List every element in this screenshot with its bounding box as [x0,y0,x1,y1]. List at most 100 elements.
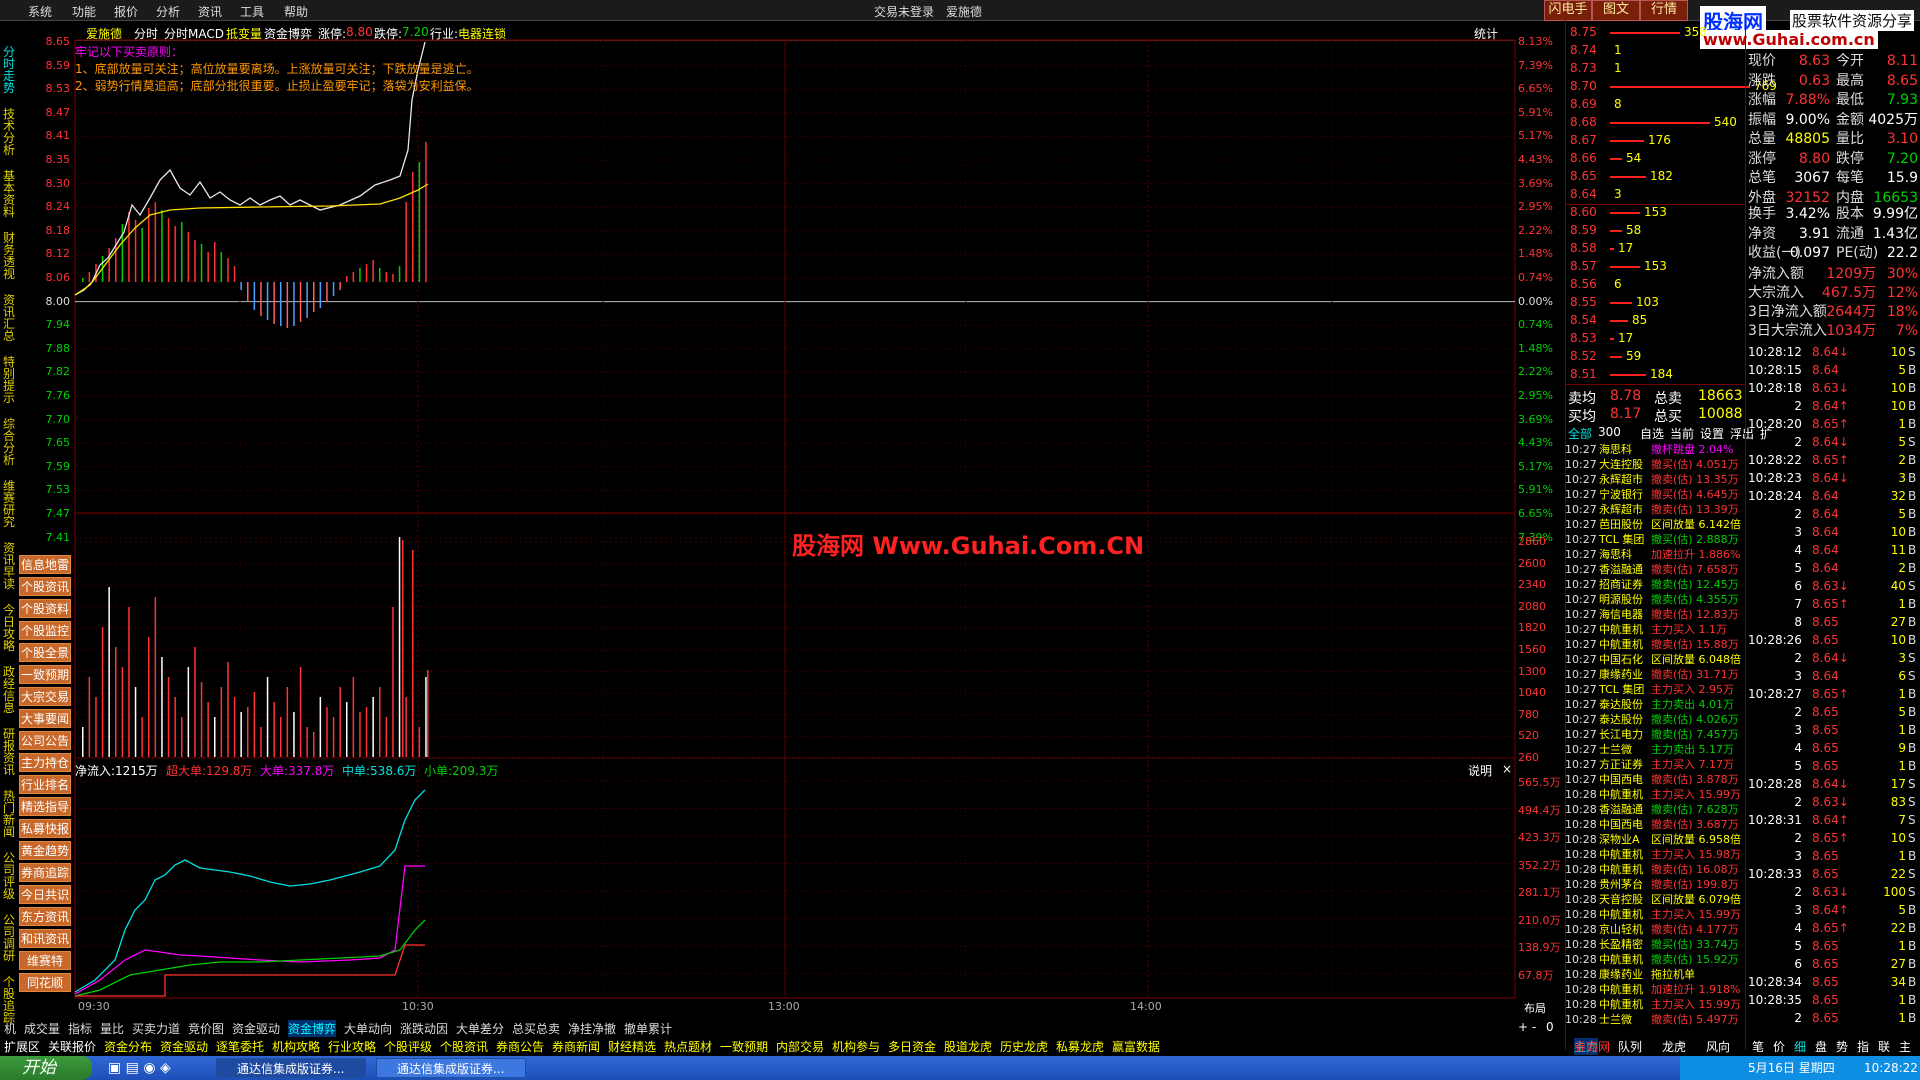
pager-1[interactable]: - [1532,1020,1536,1034]
radar-row[interactable]: 10:27 方正证券 主力买入 7.17万 [1565,757,1745,772]
bottom-tab-5[interactable]: 竞价图 [188,1020,224,1037]
ext-tab-13[interactable]: 一致预期 [720,1038,768,1055]
taskbar-item-2[interactable]: 通达信集成版证券... [376,1058,526,1078]
radar-row[interactable]: 10:27 泰达股份 撤卖(估) 4.026万 [1565,712,1745,727]
radar-row[interactable]: 10:28 京山轻机 撤卖(估) 4.177万 [1565,922,1745,937]
close-icon[interactable]: × [1502,762,1512,776]
mini-tab-7[interactable]: 主 [1899,1038,1911,1055]
radar-row[interactable]: 10:27 招商证券 撤卖(估) 12.45万 [1565,577,1745,592]
ext-tab-18[interactable]: 历史龙虎 [1000,1038,1048,1055]
radar-row[interactable]: 10:27 士兰微 主力卖出 5.17万 [1565,742,1745,757]
ext-tab-3[interactable]: 资金驱动 [160,1038,208,1055]
bottom-tab-9[interactable]: 涨跌动因 [400,1020,448,1037]
radar-tab-0[interactable]: 全部 [1568,425,1592,442]
radar-row[interactable]: 10:27 永辉超市 撤卖(估) 13.35万 [1565,472,1745,487]
radar-row[interactable]: 10:28 康缘药业 拖拉机单 [1565,967,1745,982]
radar-row[interactable]: 10:27 永辉超市 撤卖(估) 13.39万 [1565,502,1745,517]
radar-row[interactable]: 10:28 中航重机 加速拉升 1.918% [1565,982,1745,997]
ext-tab-17[interactable]: 股道龙虎 [944,1038,992,1055]
radar-tab-3[interactable]: 当前 [1670,425,1694,442]
explain-button[interactable]: 说明 [1468,762,1492,779]
ext-tab-2[interactable]: 资金分布 [104,1038,152,1055]
ext-tab-4[interactable]: 逐笔委托 [216,1038,264,1055]
radar-row[interactable]: 10:27 明源股份 撤卖(估) 4.355万 [1565,592,1745,607]
bottom-tab-11[interactable]: 总买总卖 [512,1020,560,1037]
ext-tab-14[interactable]: 内部交易 [776,1038,824,1055]
radar-row[interactable]: 10:27 TCL 集团 撤买(估) 2.888万 [1565,532,1745,547]
ext-tab-15[interactable]: 机构参与 [832,1038,880,1055]
bottom-tab-0[interactable]: 机 [4,1020,16,1037]
radar-row[interactable]: 10:28 士兰微 撤卖(估) 5.497万 [1565,1012,1745,1027]
bottom-tab-7[interactable]: 资金博弈 [288,1020,337,1037]
radar-row[interactable]: 10:27 香溢融通 撤卖(估) 7.658万 [1565,562,1745,577]
radar-row[interactable]: 10:28 深物业A 区间放量 6.958倍 [1565,832,1745,847]
radar-row[interactable]: 10:28 香溢融通 撤卖(估) 7.628万 [1565,802,1745,817]
radar-row[interactable]: 10:27 中航重机 撤卖(估) 15.88万 [1565,637,1745,652]
panel-tab-2[interactable]: 龙虎 [1662,1038,1686,1055]
radar-row[interactable]: 10:28 中航重机 主力买入 15.99万 [1565,997,1745,1012]
quicklaunch-icon[interactable]: ▣ ▤ ◉ ◈ [108,1060,171,1076]
radar-tab-4[interactable]: 设置 [1700,425,1724,442]
ext-tab-10[interactable]: 券商新闻 [552,1038,600,1055]
radar-row[interactable]: 10:27 海思科 撤杯跳盘 2.04% [1565,442,1745,457]
radar-row[interactable]: 10:28 中航重机 主力买入 15.99万 [1565,787,1745,802]
bottom-tab-6[interactable]: 资金驱动 [232,1020,280,1037]
ext-tab-19[interactable]: 私募龙虎 [1056,1038,1104,1055]
ext-tab-0[interactable]: 扩展区 [4,1038,40,1055]
radar-row[interactable]: 10:27 芭田股份 区间放量 6.142倍 [1565,517,1745,532]
radar-row[interactable]: 10:27 中航重机 主力买入 1.1万 [1565,622,1745,637]
ext-tab-9[interactable]: 券商公告 [496,1038,544,1055]
bottom-tab-10[interactable]: 大单差分 [456,1020,504,1037]
radar-row[interactable]: 10:28 贵州茅台 撤卖(估) 199.8万 [1565,877,1745,892]
bottom-tab-2[interactable]: 指标 [68,1020,92,1037]
radar-row[interactable]: 10:27 海思科 加速拉升 1.886% [1565,547,1745,562]
radar-row[interactable]: 10:28 长盈精密 撤买(估) 33.74万 [1565,937,1745,952]
ext-tab-5[interactable]: 机构攻略 [272,1038,320,1055]
mini-tab-6[interactable]: 联 [1878,1038,1890,1055]
mini-tab-1[interactable]: 价 [1773,1038,1785,1055]
radar-row[interactable]: 10:28 中航重机 撤卖(估) 15.92万 [1565,952,1745,967]
pager-0[interactable]: + [1518,1020,1528,1034]
radar-row[interactable]: 10:27 长江电力 撤卖(估) 7.457万 [1565,727,1745,742]
radar-row[interactable]: 10:27 中国西电 撤卖(估) 3.878万 [1565,772,1745,787]
panel-tab-1[interactable]: 队列 [1618,1038,1642,1055]
bottom-tab-1[interactable]: 成交量 [24,1020,60,1037]
radar-row[interactable]: 10:28 中航重机 主力买入 15.98万 [1565,847,1745,862]
mini-tab-0[interactable]: 笔 [1752,1038,1764,1055]
radar-row[interactable]: 10:28 中航重机 撤卖(估) 16.08万 [1565,862,1745,877]
mini-tab-2[interactable]: 细 [1794,1038,1806,1055]
ext-tab-1[interactable]: 关联报价 [48,1038,96,1055]
ext-tab-16[interactable]: 多日资金 [888,1038,936,1055]
ext-tab-20[interactable]: 赢富数据 [1112,1038,1160,1055]
radar-row[interactable]: 10:27 中国石化 区间放量 6.048倍 [1565,652,1745,667]
ext-tab-12[interactable]: 热点题材 [664,1038,712,1055]
bottom-tab-8[interactable]: 大单动向 [344,1020,392,1037]
pager-2[interactable]: 0 [1546,1020,1554,1034]
bottom-tab-4[interactable]: 买卖力道 [132,1020,180,1037]
mini-tab-3[interactable]: 盘 [1815,1038,1827,1055]
panel-tab-3[interactable]: 风向 [1706,1038,1730,1055]
radar-row[interactable]: 10:27 宁波银行 撤买(估) 4.645万 [1565,487,1745,502]
bottom-tab-13[interactable]: 撤单累计 [624,1020,672,1037]
ext-tab-8[interactable]: 个股资讯 [440,1038,488,1055]
bottom-tab-12[interactable]: 净挂净撤 [568,1020,616,1037]
taskbar-item-1[interactable]: 通达信集成版证券... [216,1058,366,1078]
ext-tab-6[interactable]: 行业攻略 [328,1038,376,1055]
radar-tab-2[interactable]: 自选 [1640,425,1664,442]
radar-row[interactable]: 10:27 TCL 集团 主力买入 2.95万 [1565,682,1745,697]
radar-row[interactable]: 10:28 中国西电 撤卖(估) 3.687万 [1565,817,1745,832]
radar-row[interactable]: 10:27 泰达股份 主力卖出 4.01万 [1565,697,1745,712]
radar-row[interactable]: 10:27 海信电器 撤卖(估) 12.83万 [1565,607,1745,622]
radar-row[interactable]: 10:28 天音控股 区间放量 6.079倍 [1565,892,1745,907]
mini-tab-5[interactable]: 指 [1857,1038,1869,1055]
radar-tab-1[interactable]: 300 [1598,425,1621,439]
mini-tab-4[interactable]: 势 [1836,1038,1848,1055]
ext-tab-11[interactable]: 财经精选 [608,1038,656,1055]
ext-tab-7[interactable]: 个股评级 [384,1038,432,1055]
radar-row[interactable]: 10:28 中航重机 主力买入 15.99万 [1565,907,1745,922]
radar-row[interactable]: 10:27 大连控股 撤买(估) 4.051万 [1565,457,1745,472]
radar-row[interactable]: 10:27 康缘药业 撤卖(估) 31.71万 [1565,667,1745,682]
bottom-tab-3[interactable]: 量比 [100,1020,124,1037]
layout-button[interactable]: 布局 [1524,1000,1546,1016]
start-button[interactable]: 开始 [0,1056,92,1080]
